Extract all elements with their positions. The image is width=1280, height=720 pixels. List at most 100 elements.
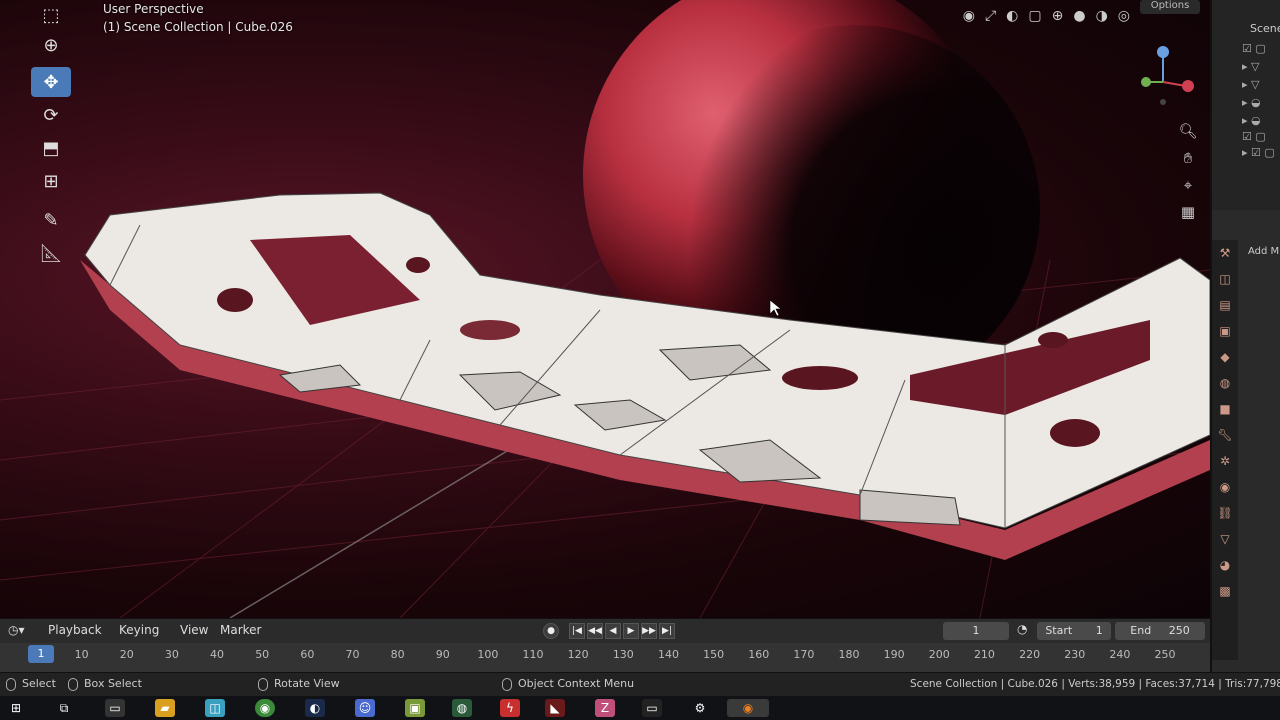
texture-tab-icon[interactable]: ▩ [1212, 578, 1238, 604]
visibility-icon[interactable]: ◉ [963, 8, 975, 24]
end-label: End [1130, 624, 1152, 637]
grid-view-icon[interactable]: ▦ [1172, 203, 1204, 230]
overlay-icon[interactable]: ◐ [1006, 8, 1018, 24]
start-label: Start [1045, 624, 1073, 637]
physics-tab-icon[interactable]: ◉ [1212, 474, 1238, 500]
annotate-tool-icon[interactable]: ✎ [31, 205, 71, 235]
terminal-icon[interactable]: ▭ [105, 699, 125, 717]
current-frame-indicator[interactable]: 1 [28, 645, 54, 663]
record-icon[interactable]: ● [543, 623, 559, 639]
ruler-tick: 210 [973, 648, 995, 661]
z-app-icon[interactable]: Z [595, 699, 615, 717]
material-tab-icon[interactable]: ◕ [1212, 552, 1238, 578]
options-button[interactable]: Options [1140, 0, 1200, 14]
world-tab-icon[interactable]: ◍ [1212, 370, 1238, 396]
outliner-row[interactable]: ▸ ☑ ▢ [1242, 146, 1280, 162]
editor-type-icon[interactable]: ◷▾ [8, 623, 25, 637]
prev-keyframe-icon[interactable]: ◀◀ [587, 623, 603, 639]
move-tool-icon[interactable]: ✥ [31, 67, 71, 97]
outliner-row[interactable]: ▸ ▽ [1242, 60, 1280, 76]
ruler-tick: 30 [164, 648, 179, 661]
scale-tool-icon[interactable]: ⬒ [31, 133, 71, 163]
gizmo-icon[interactable]: ⤢ [985, 8, 996, 24]
lightning-app-icon[interactable]: ϟ [500, 699, 520, 717]
dragon-app-icon[interactable]: ◣ [545, 699, 565, 717]
pan-hand-icon[interactable]: ✋︎ [1172, 149, 1204, 176]
box-select-hint-label: Box Select [84, 677, 142, 690]
earth-app-icon[interactable]: ◍ [452, 699, 472, 717]
blender-app-icon[interactable]: ◉ [727, 699, 769, 717]
add-modifier-label[interactable]: Add M [1248, 246, 1279, 257]
ruler-tick: 100 [477, 648, 499, 661]
select-hint: Select [6, 677, 56, 691]
clock-icon[interactable]: ◔ [1017, 622, 1027, 636]
scene-label: Scene [1250, 22, 1280, 35]
playback-menu[interactable]: Playback [48, 623, 102, 637]
data-tab-icon[interactable]: ▽ [1212, 526, 1238, 552]
task-view-icon[interactable]: ⧉ [54, 699, 74, 717]
mouse-left-icon [6, 677, 16, 691]
output-tab-icon[interactable]: ▤ [1212, 292, 1238, 318]
steam-icon[interactable]: ◐ [305, 699, 325, 717]
outliner-row[interactable]: ☑ ▢ [1242, 130, 1280, 146]
chrome-icon[interactable]: ◉ [255, 699, 275, 717]
measure-tool-icon[interactable]: 📐︎ [31, 238, 71, 268]
cursor-tool-icon[interactable]: ⊕ [31, 30, 71, 60]
object-tab-icon[interactable]: ■ [1212, 396, 1238, 422]
view-menu[interactable]: View [180, 623, 208, 637]
start-frame-field[interactable]: Start 1 [1037, 622, 1111, 640]
ruler-tick: 190 [883, 648, 905, 661]
outliner-row[interactable]: ▸ ◒ [1242, 114, 1280, 130]
next-keyframe-icon[interactable]: ▶▶ [641, 623, 657, 639]
windows-taskbar: ⊞ ⧉ ▭ ▰ ◫ ◉ ◐ ☺ ▣ ◍ ϟ ◣ Z ▭ ⚙ ◉ [0, 696, 1280, 720]
ruler-tick: 90 [435, 648, 450, 661]
outliner-row[interactable]: ☑ ▢ [1242, 42, 1280, 58]
jump-start-icon[interactable]: |◀ [569, 623, 585, 639]
camera-icon[interactable]: ⌖ [1172, 176, 1204, 203]
material-shading-icon[interactable]: ◑ [1096, 8, 1108, 24]
solid-shading-icon[interactable]: ● [1073, 8, 1085, 24]
console-icon[interactable]: ▭ [642, 699, 662, 717]
transform-tool-icon[interactable]: ⊞ [31, 166, 71, 196]
constraints-tab-icon[interactable]: ⛓ [1212, 500, 1238, 526]
windows-start-icon[interactable]: ⊞ [6, 699, 26, 717]
store-icon[interactable]: ◫ [205, 699, 225, 717]
particles-tab-icon[interactable]: ✲ [1212, 448, 1238, 474]
settings-gear-icon[interactable]: ⚙ [690, 699, 710, 717]
ruler-tick: 250 [1154, 648, 1176, 661]
mouse-middle-icon [258, 677, 268, 691]
box-select-hint: Box Select [68, 677, 142, 691]
outliner-panel: Scene ☑ ▢ ▸ ▽ ▸ ▽ ▸ ◒ ▸ ◒ ☑ ▢ ▸ ☑ ▢ [1210, 0, 1280, 210]
rotate-tool-icon[interactable]: ⟳ [31, 100, 71, 130]
current-frame-field[interactable]: 1 [943, 622, 1009, 640]
modifier-tab-icon[interactable]: 🔧︎ [1212, 422, 1238, 448]
file-explorer-icon[interactable]: ▰ [155, 699, 175, 717]
blender-screen: User Perspective (1) Scene Collection | … [0, 0, 1280, 720]
jump-end-icon[interactable]: ▶| [659, 623, 675, 639]
ruler-tick: 110 [522, 648, 544, 661]
3d-viewport[interactable]: User Perspective (1) Scene Collection | … [0, 0, 1210, 618]
model-hole [406, 257, 430, 273]
play-reverse-icon[interactable]: ◀ [605, 623, 621, 639]
discord-icon[interactable]: ☺ [355, 699, 375, 717]
scene-tab-icon[interactable]: ◆ [1212, 344, 1238, 370]
xray-icon[interactable]: ▢ [1028, 8, 1041, 24]
rotate-view-hint-label: Rotate View [274, 677, 340, 690]
zoom-icon[interactable]: 🔍︎ [1172, 122, 1204, 149]
marker-menu[interactable]: Marker [220, 623, 261, 637]
select-box-tool-icon[interactable]: ⬚ [31, 0, 71, 30]
navigation-gizmo[interactable] [1128, 42, 1198, 112]
outliner-row[interactable]: ▸ ◒ [1242, 96, 1280, 112]
play-icon[interactable]: ▶ [623, 623, 639, 639]
minecraft-icon[interactable]: ▣ [405, 699, 425, 717]
timeline-ruler[interactable]: 1 10 20 30 40 50 60 70 80 90 100 110 120 130 140 150 16… [0, 643, 1210, 673]
mouse-drag-icon [68, 677, 78, 691]
view-layer-tab-icon[interactable]: ▣ [1212, 318, 1238, 344]
end-frame-field[interactable]: End 250 [1115, 622, 1205, 640]
tool-tab-icon[interactable]: ⚒ [1212, 240, 1238, 266]
keying-menu[interactable]: Keying [119, 623, 159, 637]
outliner-row[interactable]: ▸ ▽ [1242, 78, 1280, 94]
render-tab-icon[interactable]: ◫ [1212, 266, 1238, 292]
wireframe-shading-icon[interactable]: ⊕ [1052, 8, 1064, 24]
rendered-shading-icon[interactable]: ◎ [1118, 8, 1130, 24]
